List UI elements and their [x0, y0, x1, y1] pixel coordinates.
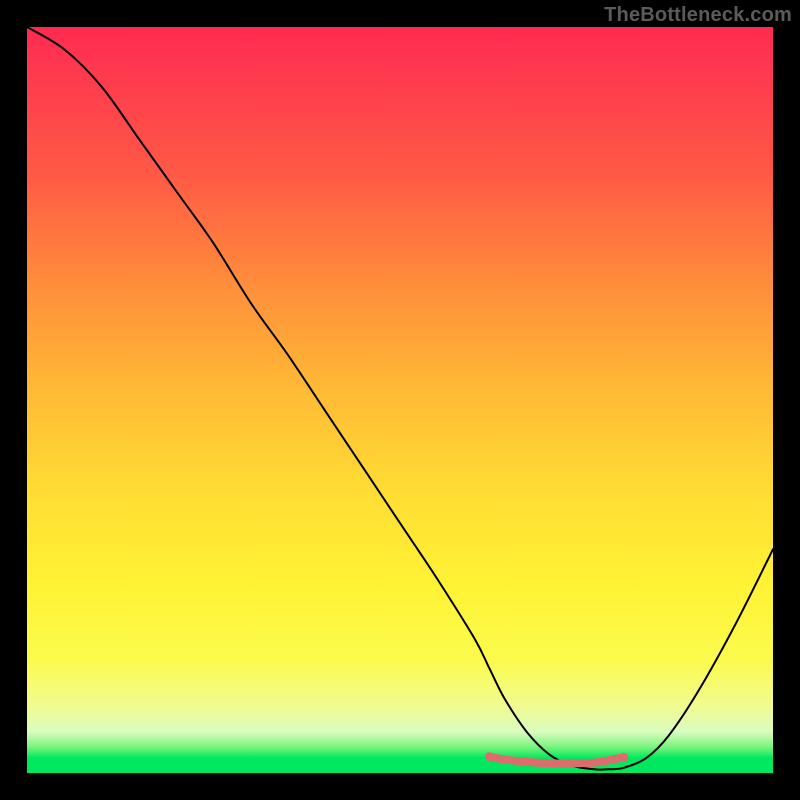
chart-container: TheBottleneck.com	[0, 0, 800, 800]
highlight-dot	[485, 752, 494, 761]
plot-area	[27, 27, 773, 773]
chart-svg	[27, 27, 773, 773]
highlight-segment	[490, 757, 624, 764]
watermark-text: TheBottleneck.com	[604, 4, 792, 27]
highlight-dot	[619, 753, 628, 762]
main-curve	[27, 27, 773, 770]
